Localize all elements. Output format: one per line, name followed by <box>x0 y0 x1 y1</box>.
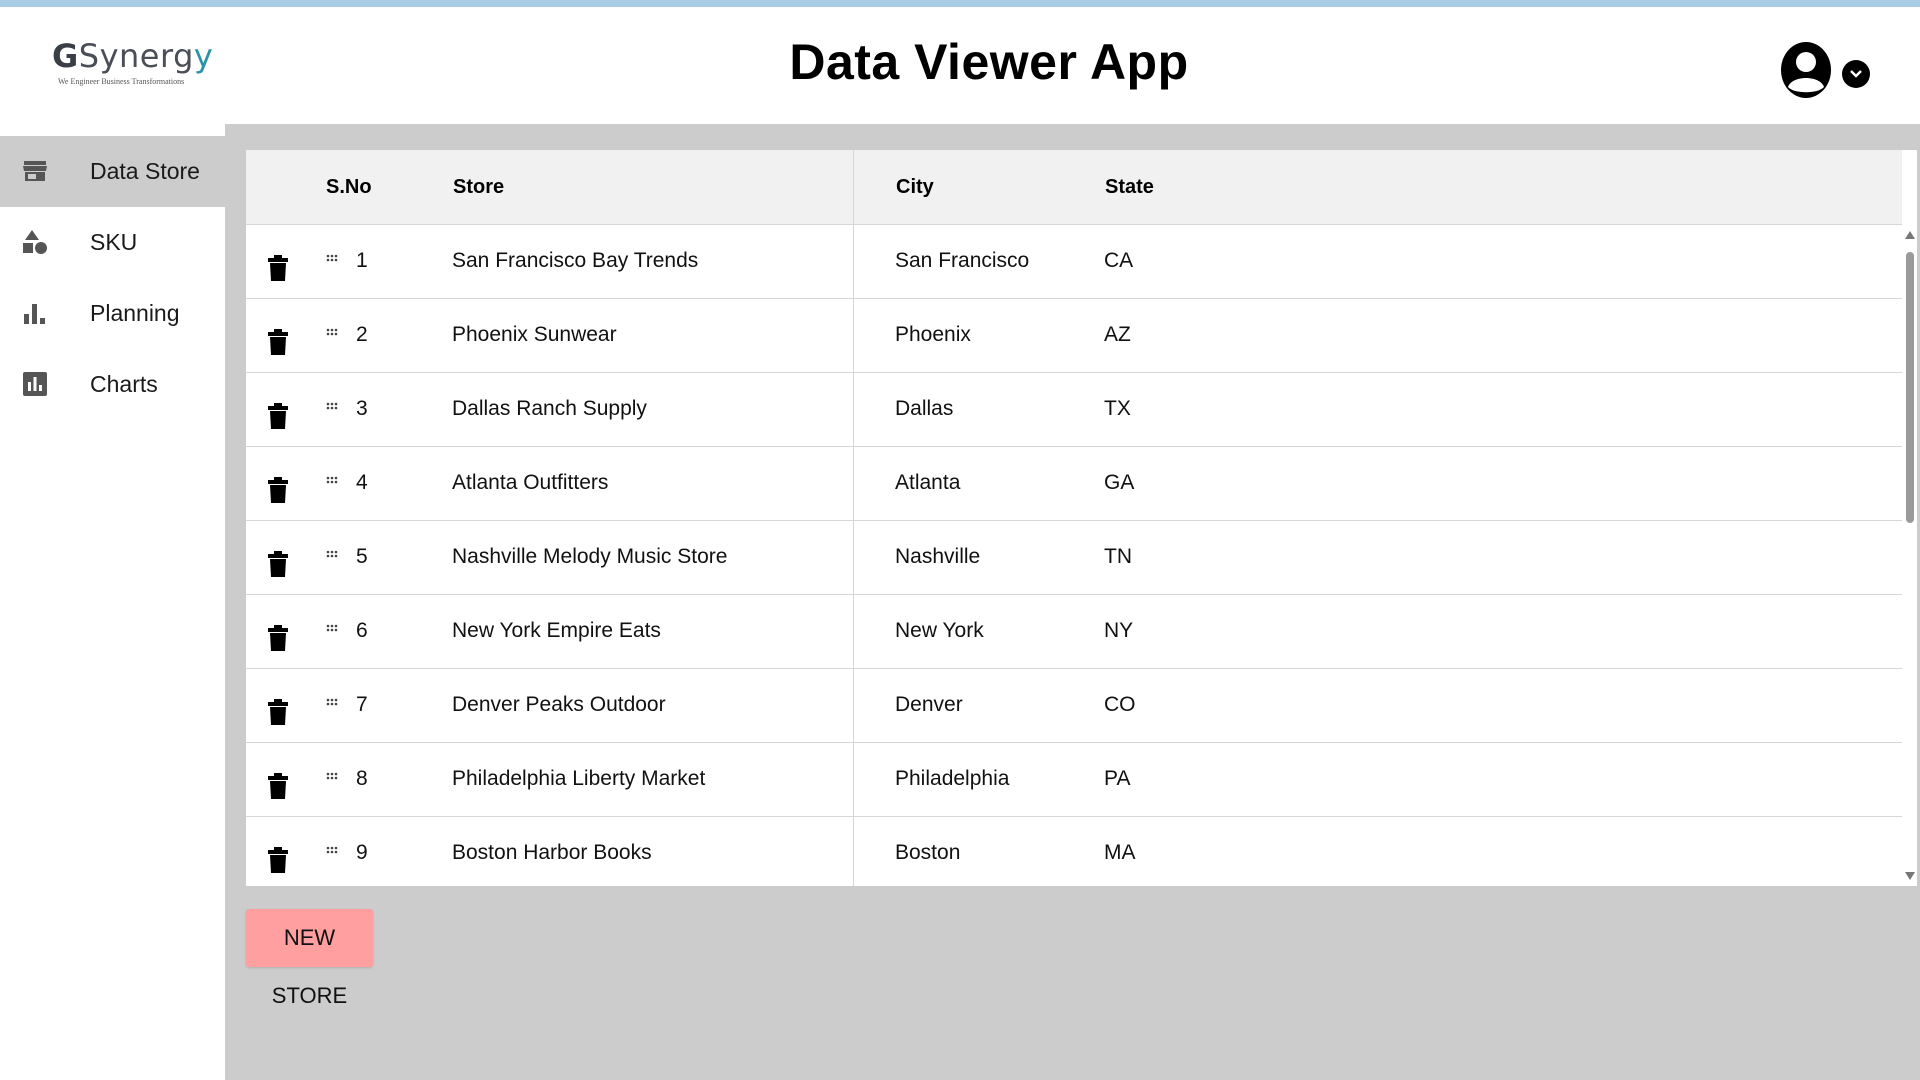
table-row: 9 Boston Harbor Books Boston MA <box>246 817 1902 886</box>
table-row: 2 Phoenix Sunwear Phoenix AZ <box>246 299 1902 373</box>
page-title: Data Viewer App <box>789 34 1189 90</box>
chart-box-icon <box>22 371 48 397</box>
cell-state: AZ <box>1104 323 1131 346</box>
cell-state: CO <box>1104 693 1136 716</box>
cell-store: New York Empire Eats <box>452 619 661 642</box>
sidebar: Data Store SKU Planning Charts <box>0 136 225 1080</box>
cell-sno: 2 <box>356 323 368 346</box>
cell-sno: 9 <box>356 841 368 864</box>
delete-icon[interactable] <box>268 255 288 281</box>
cell-city: New York <box>895 619 984 642</box>
sidebar-item-data-store[interactable]: Data Store <box>0 136 225 207</box>
sidebar-item-label: Planning <box>90 300 180 326</box>
cell-store: San Francisco Bay Trends <box>452 249 699 272</box>
drag-handle-icon[interactable] <box>326 843 340 854</box>
cell-sno: 7 <box>356 693 368 716</box>
delete-icon[interactable] <box>268 477 288 503</box>
cell-sno: 6 <box>356 619 368 642</box>
cell-state: TX <box>1104 397 1131 420</box>
sidebar-item-planning[interactable]: Planning <box>0 278 225 349</box>
cell-store: Atlanta Outfitters <box>452 471 609 494</box>
scroll-down-arrow-icon[interactable] <box>1905 872 1915 880</box>
store-icon <box>22 158 48 184</box>
scrollbar-thumb[interactable] <box>1906 252 1914 523</box>
bar-chart-icon <box>22 300 48 326</box>
sidebar-item-label: Data Store <box>90 158 200 184</box>
cell-store: Dallas Ranch Supply <box>452 397 647 420</box>
table-body: 1 San Francisco Bay Trends San Francisco… <box>246 225 1902 886</box>
cell-city: Atlanta <box>895 471 961 494</box>
cell-city: San Francisco <box>895 249 1030 272</box>
cell-city: Dallas <box>895 397 954 420</box>
cell-sno: 1 <box>356 249 368 272</box>
cell-state: MA <box>1104 841 1136 864</box>
sidebar-item-charts[interactable]: Charts <box>0 349 225 420</box>
table-row: 1 San Francisco Bay Trends San Francisco… <box>246 225 1902 299</box>
drag-handle-icon[interactable] <box>326 251 340 262</box>
cell-city: Phoenix <box>895 323 971 346</box>
stores-table: S.No Store City State 1 San Francisco Ba… <box>246 150 1917 886</box>
scroll-up-arrow-icon[interactable] <box>1905 231 1915 239</box>
sidebar-item-sku[interactable]: SKU <box>0 207 225 278</box>
shapes-icon <box>22 229 48 255</box>
app-header: GSynergy We Engineer Business Transforma… <box>0 7 1920 124</box>
cell-state: NY <box>1104 619 1134 642</box>
cell-city: Boston <box>895 841 961 864</box>
cell-city: Philadelphia <box>895 767 1010 790</box>
table-row: 6 New York Empire Eats New York NY <box>246 595 1902 669</box>
drag-handle-icon[interactable] <box>326 621 340 632</box>
sidebar-item-label: Charts <box>90 371 158 397</box>
cell-state: TN <box>1104 545 1132 568</box>
cell-city: Nashville <box>895 545 981 568</box>
drag-handle-icon[interactable] <box>326 547 340 558</box>
delete-icon[interactable] <box>268 403 288 429</box>
delete-icon[interactable] <box>268 699 288 725</box>
new-store-button[interactable]: NEW STORE <box>246 909 373 1008</box>
delete-icon[interactable] <box>268 625 288 651</box>
delete-icon[interactable] <box>268 773 288 799</box>
column-header-store[interactable]: Store <box>453 150 504 225</box>
column-header-city[interactable]: City <box>896 150 934 225</box>
drag-handle-icon[interactable] <box>326 695 340 706</box>
drag-handle-icon[interactable] <box>326 399 340 410</box>
window-top-stripe <box>0 0 1920 7</box>
table-row: 7 Denver Peaks Outdoor Denver CO <box>246 669 1902 743</box>
cell-store: Nashville Melody Music Store <box>452 545 728 568</box>
cell-sno: 4 <box>356 471 368 494</box>
chevron-down-icon[interactable] <box>1842 60 1870 88</box>
cell-store: Philadelphia Liberty Market <box>452 767 706 790</box>
sidebar-item-label: SKU <box>90 229 138 255</box>
table-row: 8 Philadelphia Liberty Market Philadelph… <box>246 743 1902 817</box>
table-row: 4 Atlanta Outfitters Atlanta GA <box>246 447 1902 521</box>
drag-handle-icon[interactable] <box>326 769 340 780</box>
table-row: 3 Dallas Ranch Supply Dallas TX <box>246 373 1902 447</box>
delete-icon[interactable] <box>268 551 288 577</box>
cell-state: PA <box>1104 767 1131 790</box>
cell-sno: 5 <box>356 545 368 568</box>
drag-handle-icon[interactable] <box>326 325 340 336</box>
cell-city: Denver <box>895 693 963 716</box>
main-content: S.No Store City State 1 San Francisco Ba… <box>225 124 1920 1080</box>
user-avatar-icon[interactable] <box>1780 41 1832 99</box>
cell-store: Denver Peaks Outdoor <box>452 693 666 716</box>
delete-icon[interactable] <box>268 329 288 355</box>
cell-store: Phoenix Sunwear <box>452 323 617 346</box>
table-row: 5 Nashville Melody Music Store Nashville… <box>246 521 1902 595</box>
table-header: S.No Store City State <box>246 150 1902 225</box>
drag-handle-icon[interactable] <box>326 473 340 484</box>
column-header-state[interactable]: State <box>1105 150 1154 225</box>
cell-state: GA <box>1104 471 1135 494</box>
cell-sno: 3 <box>356 397 368 420</box>
table-scrollbar[interactable] <box>1902 225 1917 886</box>
cell-state: CA <box>1104 249 1134 272</box>
cell-store: Boston Harbor Books <box>452 841 652 864</box>
delete-icon[interactable] <box>268 847 288 873</box>
column-header-sno[interactable]: S.No <box>326 150 372 225</box>
cell-sno: 8 <box>356 767 368 790</box>
